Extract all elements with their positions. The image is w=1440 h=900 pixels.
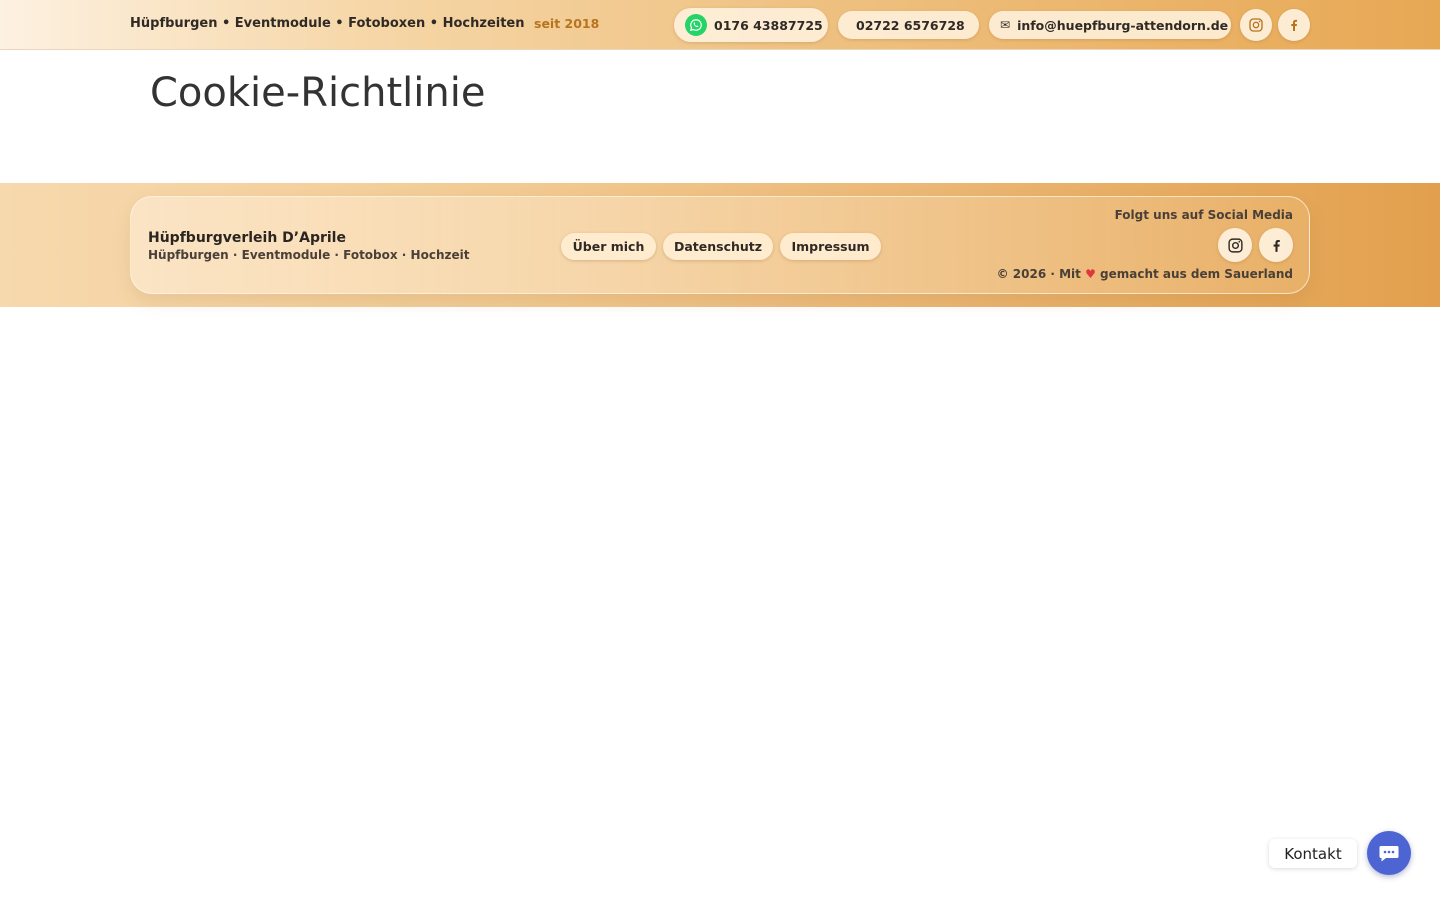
facebook-icon — [1273, 239, 1280, 252]
top-bar: Hüpfburgen • Eventmodule • Fotoboxen • H… — [0, 0, 1440, 50]
heart-icon: ♥ — [1085, 267, 1096, 281]
footer-brand-name: Hüpfburgverleih D’Aprile — [148, 230, 346, 246]
whatsapp-icon — [685, 14, 707, 36]
facebook-icon — [1291, 19, 1298, 31]
instagram-icon — [1249, 18, 1263, 32]
phone-button[interactable]: 02722 6576728 — [838, 11, 979, 39]
about-link[interactable]: Über mich — [561, 233, 656, 260]
facebook-button[interactable] — [1278, 9, 1310, 41]
instagram-button[interactable] — [1240, 9, 1272, 41]
copyright-prefix: © 2026 · Mit — [996, 267, 1081, 281]
footer-instagram-button[interactable] — [1218, 228, 1252, 262]
footer: Hüpfburgverleih D’Aprile Hüpfburgen · Ev… — [0, 183, 1440, 307]
page-title: Cookie-Richtlinie — [150, 70, 486, 116]
footer-card: Hüpfburgverleih D’Aprile Hüpfburgen · Ev… — [130, 196, 1310, 294]
since-badge: seit 2018 — [534, 16, 600, 31]
whatsapp-number: 0176 43887725 — [714, 17, 823, 33]
mail-icon: ✉ — [1000, 18, 1011, 32]
email-button[interactable]: ✉ info@huepfburg-attendorn.de — [989, 11, 1231, 39]
copyright-suffix: gemacht aus dem Sauerland — [1100, 267, 1293, 281]
instagram-icon — [1227, 237, 1243, 253]
email-address: info@huepfburg-attendorn.de — [1017, 17, 1229, 33]
footer-brand-subtitle: Hüpfburgen · Eventmodule · Fotobox · Hoc… — [148, 248, 470, 262]
imprint-link[interactable]: Impressum — [780, 233, 881, 260]
contact-chat-button[interactable] — [1367, 831, 1411, 875]
contact-label[interactable]: Kontakt — [1269, 839, 1357, 868]
copyright-text: © 2026 · Mit ♥ gemacht aus dem Sauerland — [997, 267, 1293, 281]
chat-bubble-icon — [1379, 846, 1399, 862]
phone-number: 02722 6576728 — [856, 17, 965, 33]
footer-facebook-button[interactable] — [1259, 228, 1293, 262]
privacy-link[interactable]: Datenschutz — [663, 233, 773, 260]
services-tagline: Hüpfburgen • Eventmodule • Fotoboxen • H… — [130, 16, 525, 31]
social-media-label: Folgt uns auf Social Media — [1114, 208, 1293, 222]
whatsapp-button[interactable]: 0176 43887725 — [674, 8, 828, 42]
